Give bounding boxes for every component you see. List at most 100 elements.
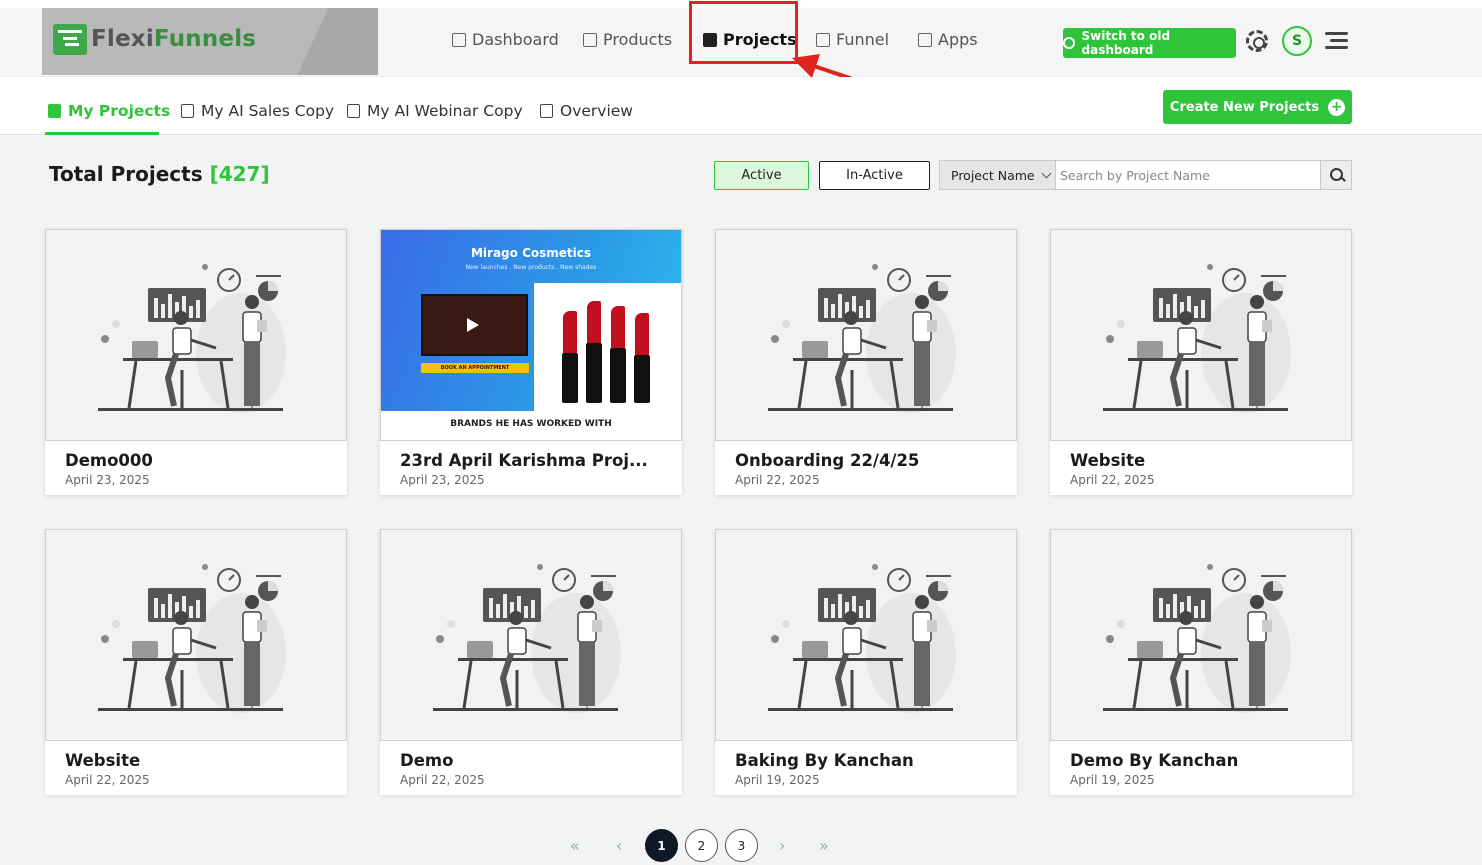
project-date: April 23, 2025 (400, 473, 485, 487)
active-filter-button[interactable]: Active (714, 161, 809, 190)
tab-my-ai-sales-copy[interactable]: My AI Sales Copy (181, 102, 334, 120)
project-thumbnail[interactable] (1050, 529, 1352, 741)
page-button-2[interactable]: 2 (685, 829, 718, 862)
chevron-down-icon (1041, 168, 1052, 178)
hamburger-menu-icon[interactable] (1325, 32, 1348, 49)
project-thumbnail[interactable] (715, 229, 1017, 441)
nav-item-label: Products (603, 30, 673, 49)
nav-item-label: Funnel (836, 30, 890, 49)
create-label: Create New Projects (1169, 99, 1320, 115)
placeholder-illustration (766, 258, 966, 418)
first-page-icon[interactable]: « (570, 836, 580, 855)
total-count: [427] (209, 162, 270, 186)
project-card[interactable]: Demo By Kanchan April 19, 2025 (1050, 529, 1352, 795)
tab-overview[interactable]: Overview (540, 102, 633, 120)
brand-name: FlexiFunnels (91, 26, 257, 52)
filter-field-select[interactable]: Project Name (939, 160, 1056, 190)
placeholder-illustration (96, 558, 296, 718)
brand-logo[interactable]: FlexiFunnels (42, 8, 378, 75)
video-thumbnail (421, 294, 528, 356)
project-thumbnail[interactable] (45, 529, 347, 741)
previous-page-icon[interactable]: ‹ (616, 836, 622, 855)
project-card[interactable]: Mirago Cosmetics New launches . New prod… (380, 229, 682, 495)
nav-item-label: Dashboard (472, 30, 559, 49)
next-page-icon[interactable]: › (779, 836, 785, 855)
tab-my-ai-webinar-copy[interactable]: My AI Webinar Copy (347, 102, 523, 120)
page-button-3[interactable]: 3 (725, 829, 758, 862)
annotation-highlight-box (689, 1, 798, 64)
tab-my-projects[interactable]: My Projects (48, 102, 170, 120)
project-thumbnail[interactable] (45, 229, 347, 441)
project-date: April 22, 2025 (735, 473, 820, 487)
placeholder-illustration (766, 558, 966, 718)
project-date: April 22, 2025 (65, 773, 150, 787)
preview-footer: BRANDS HE HAS WORKED WITH (381, 411, 681, 440)
apps-icon (918, 32, 932, 47)
project-date: April 19, 2025 (1070, 773, 1155, 787)
funnel-icon (816, 32, 830, 47)
filter-selected-value: Project Name (951, 167, 1035, 183)
project-card[interactable]: Onboarding 22/4/25 April 22, 2025 (715, 229, 1017, 495)
project-date: April 22, 2025 (1070, 473, 1155, 487)
project-title[interactable]: Baking By Kanchan (735, 751, 914, 770)
project-thumbnail[interactable]: Mirago Cosmetics New launches . New prod… (380, 229, 682, 441)
file-icon (540, 104, 553, 118)
placeholder-illustration (1101, 558, 1301, 718)
sub-navbar: My Projects My AI Sales Copy My AI Webin… (0, 77, 1482, 135)
tab-label: Overview (560, 102, 633, 120)
placeholder-illustration (1101, 258, 1301, 418)
project-thumbnail[interactable] (715, 529, 1017, 741)
preview-brand: Mirago Cosmetics (470, 246, 592, 260)
switch-label: Switch to old dashboard (1081, 29, 1171, 57)
active-tab-indicator (45, 132, 159, 135)
mirago-preview-image: Mirago Cosmetics New launches . New prod… (381, 230, 681, 440)
funnel-logo-icon (53, 24, 87, 55)
preview-cta: BOOK AN APPOINTMENT (421, 363, 529, 373)
project-date: April 22, 2025 (400, 773, 485, 787)
project-date: April 19, 2025 (735, 773, 820, 787)
document-icon (48, 104, 61, 118)
lipstick-image (534, 283, 681, 411)
gear-icon[interactable] (1246, 30, 1268, 52)
project-title[interactable]: Demo (400, 751, 453, 770)
last-page-icon[interactable]: » (819, 836, 829, 855)
project-card[interactable]: Website April 22, 2025 (1050, 229, 1352, 495)
project-thumbnail[interactable] (380, 529, 682, 741)
project-title[interactable]: 23rd April Karishma Proj... (400, 451, 648, 470)
ai-document-icon (181, 104, 194, 118)
box-icon (583, 32, 597, 47)
nav-item-funnel[interactable]: Funnel (816, 30, 889, 49)
project-title[interactable]: Demo By Kanchan (1070, 751, 1238, 770)
project-title[interactable]: Onboarding 22/4/25 (735, 451, 919, 470)
nav-item-apps[interactable]: Apps (918, 30, 978, 49)
nav-item-products[interactable]: Products (583, 30, 672, 49)
total-label: Total Projects (49, 162, 203, 186)
page-button-1[interactable]: 1 (645, 829, 678, 862)
create-new-projects-button[interactable]: Create New Projects + (1163, 90, 1352, 124)
tab-label: My Projects (68, 102, 171, 120)
project-title[interactable]: Website (65, 751, 140, 770)
project-date: April 23, 2025 (65, 473, 150, 487)
nav-item-label: Apps (938, 30, 978, 49)
avatar[interactable]: S (1282, 26, 1312, 56)
tab-label: My AI Webinar Copy (367, 102, 523, 120)
project-card[interactable]: Website April 22, 2025 (45, 529, 347, 795)
plus-icon: + (1328, 98, 1346, 116)
refresh-icon (1063, 37, 1075, 49)
inactive-filter-button[interactable]: In-Active (819, 161, 930, 190)
project-thumbnail[interactable] (1050, 229, 1352, 441)
project-card[interactable]: Baking By Kanchan April 19, 2025 (715, 529, 1017, 795)
search-input[interactable] (1056, 160, 1321, 190)
nav-item-dashboard[interactable]: Dashboard (452, 30, 559, 49)
ai-document-icon (347, 104, 360, 118)
project-card[interactable]: Demo000 April 23, 2025 (45, 229, 347, 495)
total-projects-heading: Total Projects [427] (49, 162, 270, 186)
placeholder-illustration (431, 558, 631, 718)
project-card[interactable]: Demo April 22, 2025 (380, 529, 682, 795)
tab-label: My AI Sales Copy (201, 102, 335, 120)
project-title[interactable]: Website (1070, 451, 1145, 470)
project-title[interactable]: Demo000 (65, 451, 153, 470)
switch-old-dashboard-button[interactable]: Switch to old dashboard (1063, 28, 1236, 58)
search-icon[interactable] (1320, 160, 1352, 190)
placeholder-illustration (96, 258, 296, 418)
